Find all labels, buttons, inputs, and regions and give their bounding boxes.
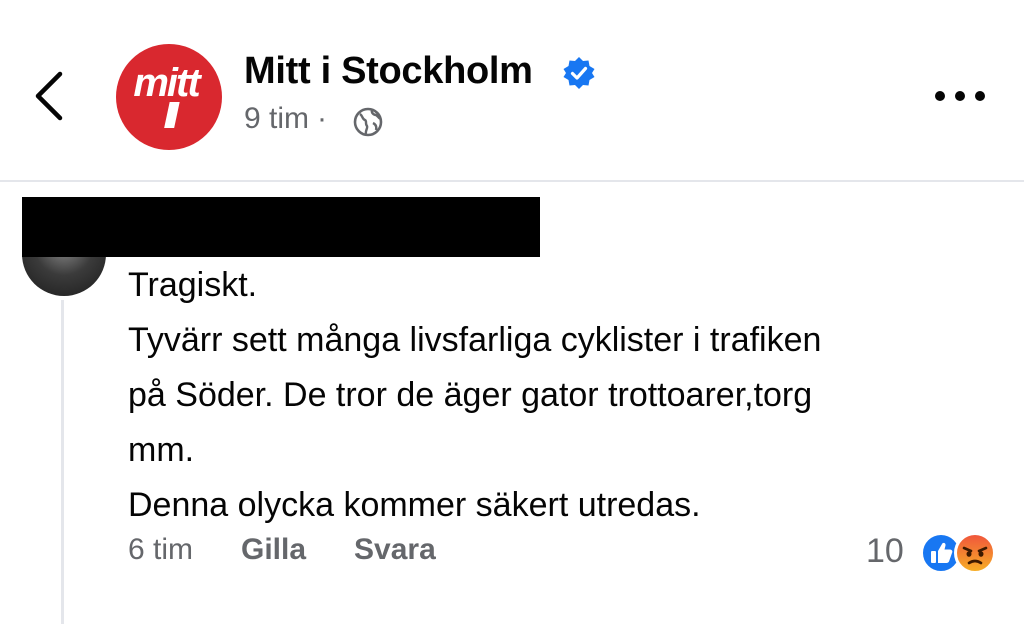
comment-line: Denna olycka kommer säkert utredas. (128, 486, 701, 524)
more-dots-icon (935, 91, 985, 101)
comment-actions: 6 tim Gilla Svara (128, 533, 436, 567)
verified-badge-icon (563, 57, 595, 89)
globe-icon (353, 107, 383, 137)
comment-line: Tyvärr sett många livsfarliga cyklister … (128, 321, 822, 359)
more-options-button[interactable] (932, 82, 988, 110)
page-avatar[interactable]: mitt (116, 44, 222, 150)
back-button[interactable] (28, 66, 68, 126)
mitt-i-logo: mitt (133, 61, 204, 128)
header-divider (0, 180, 1024, 182)
page-name[interactable]: Mitt i Stockholm (244, 50, 533, 93)
thread-line (61, 300, 64, 624)
meta-separator: · (317, 102, 328, 135)
angry-icon (954, 532, 996, 574)
comment-line: på Söder. De tror de äger gator trottoar… (128, 376, 813, 414)
svg-text:mitt: mitt (133, 61, 202, 105)
post-meta: 9 tim · (244, 102, 335, 136)
like-button[interactable]: Gilla (241, 533, 306, 567)
post-header: mitt Mitt i Stockholm 9 tim · (0, 0, 1024, 180)
redacted-commenter-name (22, 197, 540, 257)
chevron-left-icon (35, 71, 63, 121)
comment-body: Tragiskt. Tyvärr sett många livsfarliga … (128, 258, 988, 533)
reply-button[interactable]: Svara (354, 533, 436, 567)
post-time[interactable]: 9 tim (244, 102, 309, 135)
comment-time[interactable]: 6 tim (128, 533, 193, 567)
comment-line: Tragiskt. (128, 266, 258, 304)
post-comment-view: mitt Mitt i Stockholm 9 tim · Tragiskt. … (0, 0, 1024, 624)
reaction-count: 10 (866, 532, 904, 570)
comment-line: mm. (128, 431, 195, 469)
